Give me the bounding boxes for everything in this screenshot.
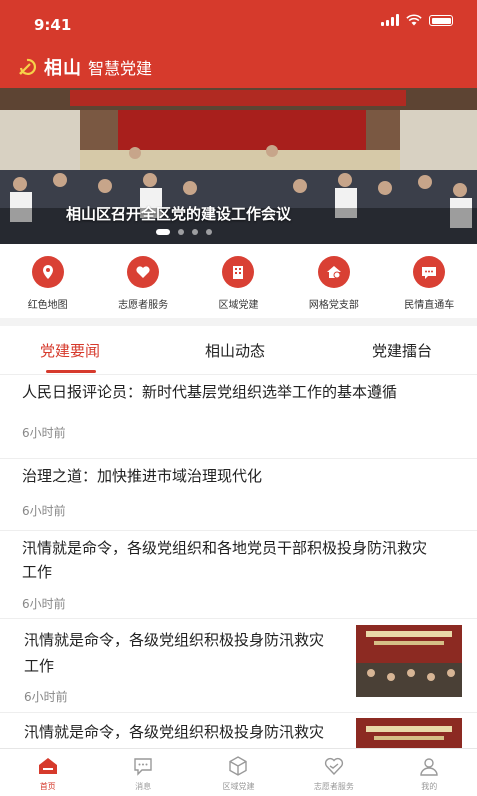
home-icon bbox=[317, 256, 350, 288]
quick-link-label: 民情直通车 bbox=[404, 300, 455, 311]
tabbar-label: 首页 bbox=[39, 782, 56, 791]
map-pin-icon bbox=[31, 256, 64, 288]
tabbar-label: 区域党建 bbox=[222, 782, 255, 791]
carousel-dot[interactable] bbox=[192, 229, 198, 235]
home-icon bbox=[38, 758, 57, 774]
quick-link-label: 红色地图 bbox=[27, 300, 68, 311]
party-emblem-icon bbox=[19, 58, 36, 75]
quick-links: 红色地图 志愿者服务 区域党建 网格党支部 民情直通车 bbox=[0, 244, 477, 316]
tabbar-messages[interactable]: 消息 bbox=[95, 749, 190, 796]
brand-sub: 智慧党建 bbox=[88, 59, 153, 78]
tabbar-regional[interactable]: 区域党建 bbox=[191, 749, 286, 796]
banner-caption[interactable]: 相山区召开全区党的建设工作会议 bbox=[66, 203, 291, 224]
carousel-indicator bbox=[156, 229, 212, 235]
news-time: 6小时前 bbox=[22, 597, 66, 611]
news-thumbnail bbox=[356, 625, 462, 697]
message-icon bbox=[134, 758, 152, 776]
quick-link-label: 网格党支部 bbox=[308, 300, 359, 311]
tabbar-home[interactable]: 首页 bbox=[0, 749, 95, 796]
status-icons bbox=[381, 14, 453, 26]
news-time: 6小时前 bbox=[24, 690, 68, 704]
carousel-dot[interactable] bbox=[178, 229, 184, 235]
bottom-tab-bar: 首页 消息 区域党建 志愿者服务 我的 bbox=[0, 748, 477, 796]
quick-link-regional[interactable]: 区域党建 bbox=[191, 244, 286, 316]
news-title: 治理之道：加快推进市域治理现代化 bbox=[22, 467, 263, 485]
tabbar-label: 志愿者服务 bbox=[313, 782, 354, 791]
news-thumbnail bbox=[356, 718, 462, 748]
brand: 相山 智慧党建 bbox=[18, 54, 152, 80]
divider bbox=[0, 458, 477, 459]
signal-icon bbox=[381, 14, 399, 26]
tab-party-arena[interactable]: 党建擂台 bbox=[372, 340, 432, 361]
battery-icon bbox=[429, 15, 453, 26]
brand-main: 相山 bbox=[44, 58, 82, 79]
news-title-line-1: 汛情就是命令，各级党组织积极投身防汛救灾 bbox=[24, 631, 325, 649]
quick-link-label: 区域党建 bbox=[218, 300, 259, 311]
chat-icon bbox=[413, 256, 446, 288]
divider bbox=[0, 618, 477, 619]
quick-link-grid-branch[interactable]: 网格党支部 bbox=[286, 244, 381, 316]
news-title: 汛情就是命令，各级党组织积极投身防汛救灾 bbox=[24, 723, 325, 741]
news-title: 人民日报评论员：新时代基层党组织选举工作的基本遵循 bbox=[22, 383, 398, 401]
app-header: 9:41 相山 智慧党建 bbox=[0, 0, 477, 88]
tab-party-news[interactable]: 党建要闻 bbox=[40, 340, 100, 361]
news-time: 6小时前 bbox=[22, 504, 66, 518]
news-item[interactable]: 汛情就是命令，各级党组织积极投身防汛救灾 工作 6小时前 bbox=[0, 620, 477, 714]
status-bar: 9:41 bbox=[0, 0, 477, 40]
carousel-dot[interactable] bbox=[206, 229, 212, 235]
carousel-dot[interactable] bbox=[156, 229, 170, 235]
status-time: 9:41 bbox=[34, 16, 72, 34]
news-item[interactable]: 治理之道：加快推进市域治理现代化 6小时前 bbox=[0, 460, 477, 532]
quick-link-red-map[interactable]: 红色地图 bbox=[0, 244, 95, 316]
tabbar-volunteer[interactable]: 志愿者服务 bbox=[286, 749, 381, 796]
tabbar-profile[interactable]: 我的 bbox=[382, 749, 477, 796]
heart-icon bbox=[324, 757, 343, 776]
tabbar-label: 消息 bbox=[135, 782, 152, 791]
user-icon bbox=[420, 758, 438, 776]
quick-link-public-opinion[interactable]: 民情直通车 bbox=[382, 244, 477, 316]
news-title-line-2: 工作 bbox=[24, 657, 55, 675]
building-icon bbox=[222, 256, 255, 288]
tabbar-label: 我的 bbox=[421, 782, 438, 791]
news-item[interactable]: 汛情就是命令，各级党组织和各地党员干部积极投身防汛救灾 工作 6小时前 bbox=[0, 532, 477, 626]
news-item[interactable]: 汛情就是命令，各级党组织积极投身防汛救灾 bbox=[0, 714, 477, 748]
section-divider bbox=[0, 318, 477, 326]
divider bbox=[0, 712, 477, 713]
wifi-icon bbox=[406, 14, 422, 26]
news-title-line-1: 汛情就是命令，各级党组织和各地党员干部积极投身防汛救灾 bbox=[22, 539, 428, 557]
tab-xiangshan-updates[interactable]: 相山动态 bbox=[205, 340, 265, 361]
cube-icon bbox=[229, 756, 248, 776]
heart-icon bbox=[127, 256, 160, 288]
active-tab-indicator bbox=[46, 370, 96, 373]
quick-link-label: 志愿者服务 bbox=[118, 300, 169, 311]
quick-link-volunteer[interactable]: 志愿者服务 bbox=[95, 244, 190, 316]
news-tabs: 党建要闻 相山动态 党建擂台 bbox=[0, 326, 477, 375]
divider bbox=[0, 530, 477, 531]
news-title-line-2: 工作 bbox=[22, 563, 53, 581]
news-item[interactable]: 人民日报评论员：新时代基层党组织选举工作的基本遵循 6小时前 bbox=[0, 374, 477, 460]
news-time: 6小时前 bbox=[22, 426, 66, 440]
